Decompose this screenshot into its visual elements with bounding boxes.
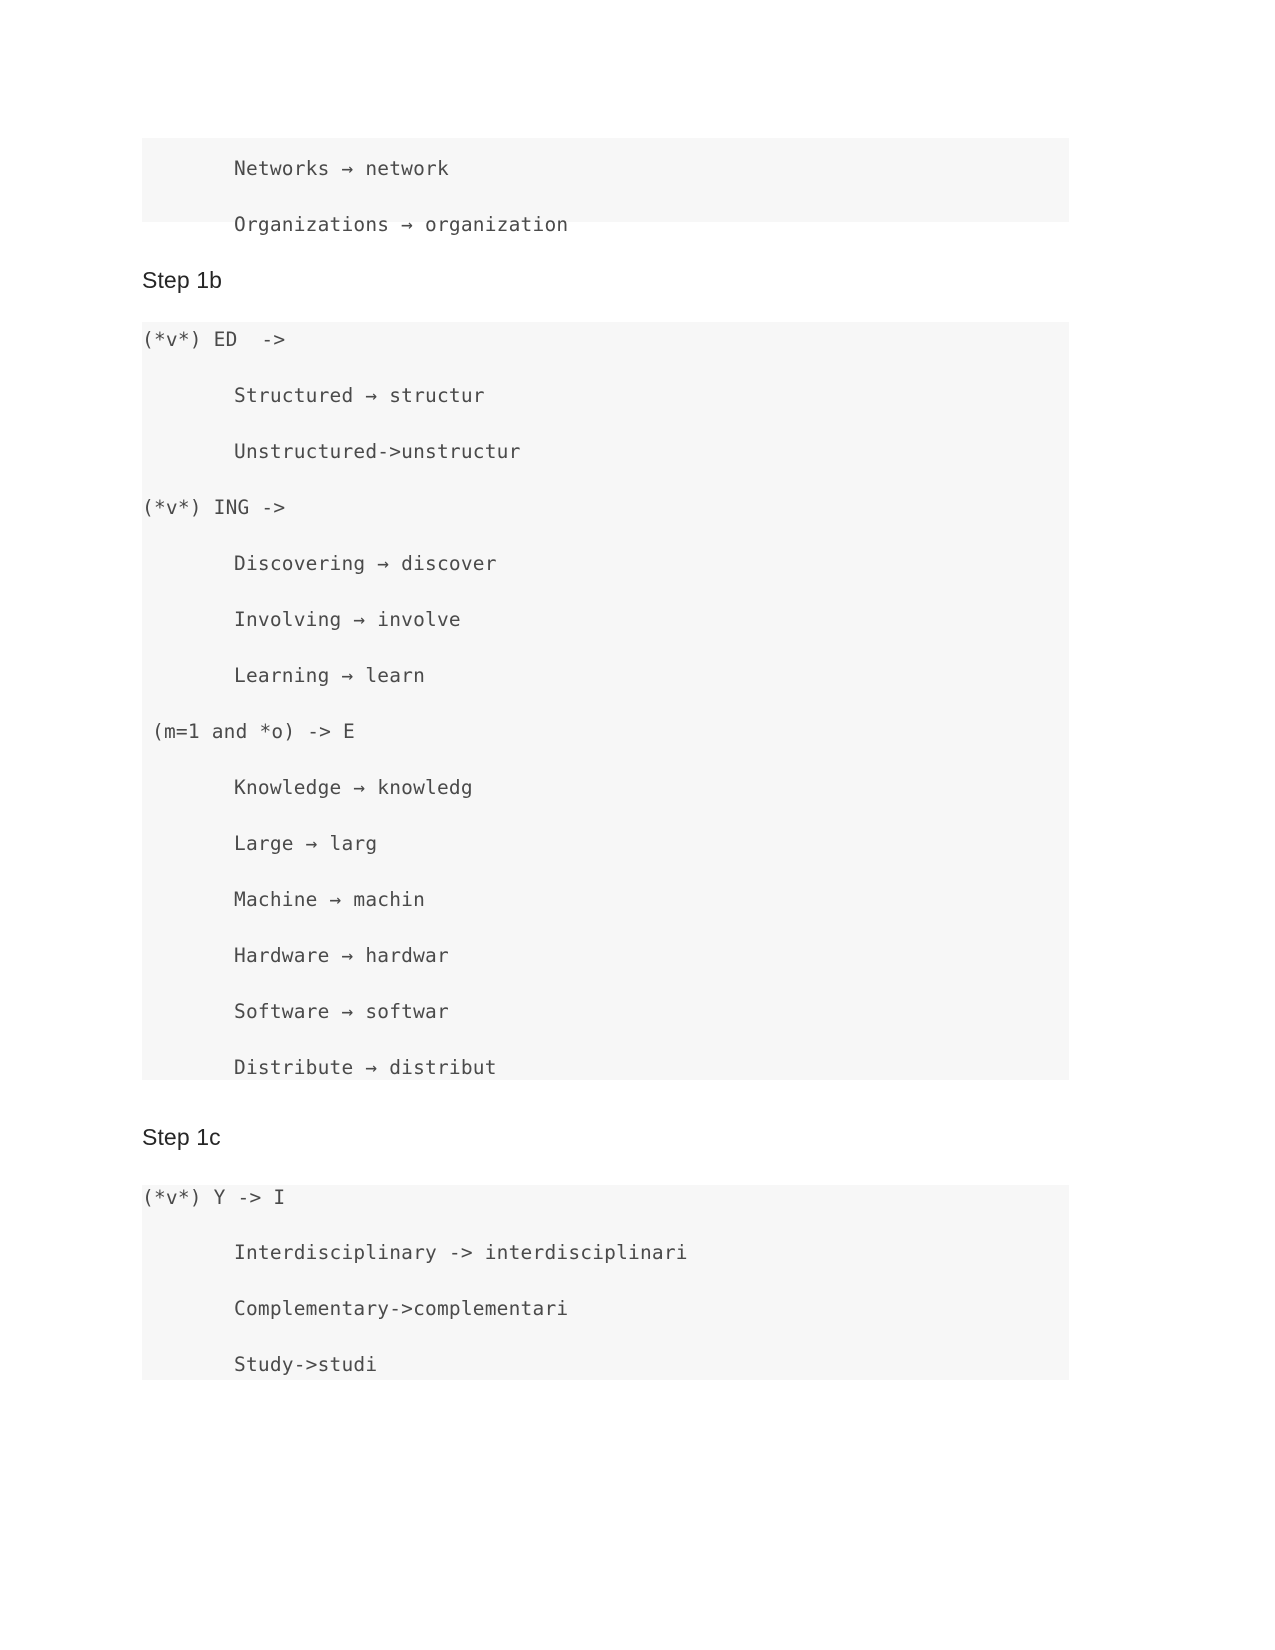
code-block-step1b: (*v*) ED -> Structured → structur Unstru… <box>142 322 1069 1080</box>
code-line: Involving → involve <box>234 608 461 631</box>
code-line: Machine → machin <box>234 888 426 911</box>
code-line: Study->studi <box>234 1353 378 1376</box>
code-line: Knowledge → knowledg <box>234 776 473 799</box>
code-block-step1a-tail: Networks → network Organizations → organ… <box>142 138 1069 234</box>
code-line: Large → larg <box>234 832 378 855</box>
code-line: Organizations → organization <box>234 213 569 236</box>
code-line: Structured → structur <box>234 384 485 407</box>
code-line: Interdisciplinary -> interdisciplinari <box>234 1241 688 1264</box>
code-line: Distribute → distribut <box>234 1056 497 1079</box>
code-line: Learning → learn <box>234 664 426 687</box>
code-line: Hardware → hardwar <box>234 944 449 967</box>
heading-step-1b: Step 1b <box>142 267 222 293</box>
code-line: (*v*) Y -> I <box>142 1186 286 1209</box>
code-block-step1c: (*v*) Y -> I Interdisciplinary -> interd… <box>142 1185 1069 1380</box>
code-line: Discovering → discover <box>234 552 497 575</box>
document-page: Networks → network Organizations → organ… <box>0 0 1275 1650</box>
code-line: Complementary->complementari <box>234 1297 569 1320</box>
code-line: (*v*) ING -> <box>142 496 286 519</box>
code-line: (m=1 and *o) -> E <box>152 720 355 743</box>
code-line: (*v*) ED -> <box>142 328 286 351</box>
heading-step-1c: Step 1c <box>142 1124 221 1150</box>
code-line: Unstructured->unstructur <box>234 440 521 463</box>
code-line: Software → softwar <box>234 1000 449 1023</box>
code-line: Networks → network <box>234 157 449 180</box>
